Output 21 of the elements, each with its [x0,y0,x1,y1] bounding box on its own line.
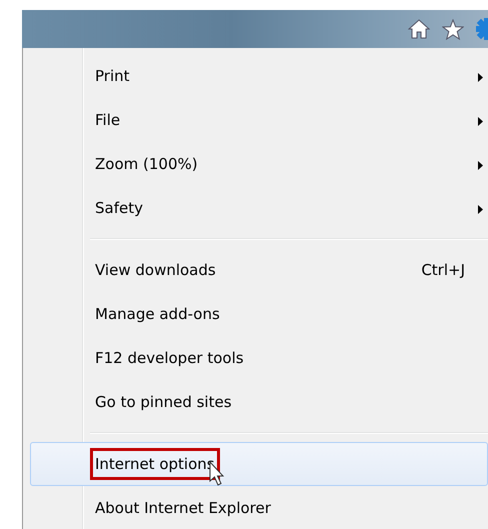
menu-item[interactable]: Manage add-ons [30,292,488,336]
menu-item-label: File [94,110,122,131]
home-icon[interactable] [408,19,430,39]
menu-item[interactable]: Safety [30,186,488,230]
menu-item-label: Manage add-ons [94,304,221,325]
menu-item[interactable]: Zoom (100%) [30,142,488,186]
menu-item[interactable]: Go to pinned sites [30,380,488,424]
star-icon[interactable] [442,18,464,40]
menu-item-label: F12 developer tools [94,348,245,369]
menu-item[interactable]: F12 developer tools [30,336,488,380]
menu-item-label: Safety [94,198,144,219]
menu-item-label: Go to pinned sites [94,392,233,413]
menu-item[interactable]: File [30,98,488,142]
menu-item[interactable]: About Internet Explorer [30,486,488,529]
menu-item-label: View downloads [94,260,217,281]
menu-item[interactable]: Print [30,54,488,98]
menu-item-label: Zoom (100%) [94,154,199,175]
menu-item-label: Print [94,66,131,87]
menu-item[interactable]: View downloads Ctrl+J [30,248,488,292]
shortcut-label: Ctrl+J [421,261,465,279]
menu-item-label: About Internet Explorer [94,498,272,519]
